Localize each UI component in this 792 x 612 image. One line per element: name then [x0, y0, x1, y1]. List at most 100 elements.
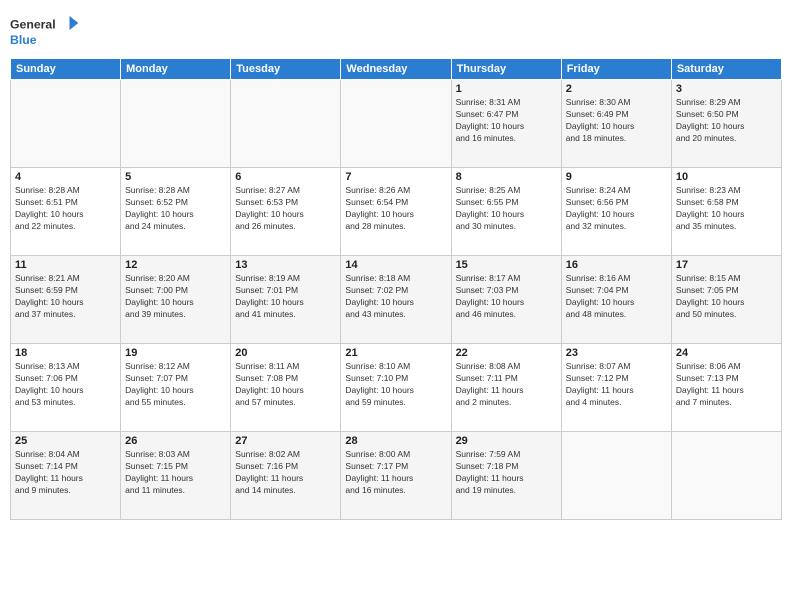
calendar-cell: 26 Sunrise: 8:03 AMSunset: 7:15 PMDayligh… — [121, 432, 231, 520]
calendar-cell: 23Sunrise: 8:07 AMSunset: 7:12 PMDayligh… — [561, 344, 671, 432]
header-thursday: Thursday — [451, 59, 561, 80]
day-info: Sunrise: 8:27 AMSunset: 6:53 PMDaylight:… — [235, 185, 336, 233]
calendar-cell: 28 Sunrise: 8:00 AMSunset: 7:17 PMDayligh… — [341, 432, 451, 520]
day-info: Sunrise: 8:08 AMSunset: 7:11 PMDaylight:… — [456, 361, 557, 409]
day-info: Sunrise: 8:16 AMSunset: 7:04 PMDaylight:… — [566, 273, 667, 321]
day-info: Sunrise: 8:03 AMSunset: 7:15 PMDaylight:… — [125, 449, 226, 497]
day-number: 9 — [566, 171, 667, 183]
day-info: Sunrise: 8:26 AMSunset: 6:54 PMDaylight:… — [345, 185, 446, 233]
calendar-cell: 21 Sunrise: 8:10 AMSunset: 7:10 PMDayligh… — [341, 344, 451, 432]
day-number: 26 — [125, 435, 226, 447]
calendar-cell: 24 Sunrise: 8:06 AMSunset: 7:13 PMDayligh… — [671, 344, 781, 432]
calendar-cell: 22Sunrise: 8:08 AMSunset: 7:11 PMDayligh… — [451, 344, 561, 432]
calendar-cell: 1 Sunrise: 8:31 AMSunset: 6:47 PMDaylight… — [451, 80, 561, 168]
day-number: 16 — [566, 259, 667, 271]
day-info: Sunrise: 8:13 AMSunset: 7:06 PMDaylight:… — [15, 361, 116, 409]
calendar-cell: 2 Sunrise: 8:30 AMSunset: 6:49 PMDaylight… — [561, 80, 671, 168]
calendar-cell: 20 Sunrise: 8:11 AMSunset: 7:08 PMDayligh… — [231, 344, 341, 432]
day-number: 18 — [15, 347, 116, 359]
calendar-cell: 7Sunrise: 8:26 AMSunset: 6:54 PMDaylight… — [341, 168, 451, 256]
header-wednesday: Wednesday — [341, 59, 451, 80]
calendar-cell: 29Sunrise: 7:59 AMSunset: 7:18 PMDayligh… — [451, 432, 561, 520]
calendar-cell: 25Sunrise: 8:04 AMSunset: 7:14 PMDayligh… — [11, 432, 121, 520]
logo: General Blue — [10, 10, 80, 50]
day-number: 10 — [676, 171, 777, 183]
day-info: Sunrise: 8:18 AMSunset: 7:02 PMDaylight:… — [345, 273, 446, 321]
day-info: Sunrise: 8:12 AMSunset: 7:07 PMDaylight:… — [125, 361, 226, 409]
calendar-cell: 9 Sunrise: 8:24 AMSunset: 6:56 PMDaylight… — [561, 168, 671, 256]
calendar-cell — [121, 80, 231, 168]
day-number: 2 — [566, 83, 667, 95]
week-row-5: 25Sunrise: 8:04 AMSunset: 7:14 PMDayligh… — [11, 432, 782, 520]
day-info: Sunrise: 8:24 AMSunset: 6:56 PMDaylight:… — [566, 185, 667, 233]
day-number: 19 — [125, 347, 226, 359]
day-info: Sunrise: 8:31 AMSunset: 6:47 PMDaylight:… — [456, 97, 557, 145]
week-row-3: 11 Sunrise: 8:21 AMSunset: 6:59 PMDayligh… — [11, 256, 782, 344]
calendar-cell — [671, 432, 781, 520]
calendar-cell — [11, 80, 121, 168]
day-number: 24 — [676, 347, 777, 359]
day-info: Sunrise: 8:30 AMSunset: 6:49 PMDaylight:… — [566, 97, 667, 145]
header-tuesday: Tuesday — [231, 59, 341, 80]
day-number: 28 — [345, 435, 446, 447]
day-number: 4 — [15, 171, 116, 183]
calendar-cell: 5Sunrise: 8:28 AMSunset: 6:52 PMDaylight… — [121, 168, 231, 256]
week-row-2: 4Sunrise: 8:28 AMSunset: 6:51 PMDaylight… — [11, 168, 782, 256]
day-number: 14 — [345, 259, 446, 271]
day-number: 1 — [456, 83, 557, 95]
calendar-cell: 6Sunrise: 8:27 AMSunset: 6:53 PMDaylight… — [231, 168, 341, 256]
calendar-table: SundayMondayTuesdayWednesdayThursdayFrid… — [10, 58, 782, 520]
day-info: Sunrise: 8:20 AMSunset: 7:00 PMDaylight:… — [125, 273, 226, 321]
calendar-cell: 19 Sunrise: 8:12 AMSunset: 7:07 PMDayligh… — [121, 344, 231, 432]
day-number: 13 — [235, 259, 336, 271]
calendar-cell: 14 Sunrise: 8:18 AMSunset: 7:02 PMDayligh… — [341, 256, 451, 344]
calendar-cell — [341, 80, 451, 168]
calendar-cell — [231, 80, 341, 168]
calendar-cell: 11 Sunrise: 8:21 AMSunset: 6:59 PMDayligh… — [11, 256, 121, 344]
day-number: 8 — [456, 171, 557, 183]
days-header-row: SundayMondayTuesdayWednesdayThursdayFrid… — [11, 59, 782, 80]
day-number: 27 — [235, 435, 336, 447]
calendar-body: 1 Sunrise: 8:31 AMSunset: 6:47 PMDaylight… — [11, 80, 782, 520]
header-friday: Friday — [561, 59, 671, 80]
day-info: Sunrise: 8:29 AMSunset: 6:50 PMDaylight:… — [676, 97, 777, 145]
day-info: Sunrise: 8:25 AMSunset: 6:55 PMDaylight:… — [456, 185, 557, 233]
calendar-cell: 4Sunrise: 8:28 AMSunset: 6:51 PMDaylight… — [11, 168, 121, 256]
day-number: 11 — [15, 259, 116, 271]
day-info: Sunrise: 8:00 AMSunset: 7:17 PMDaylight:… — [345, 449, 446, 497]
day-number: 23 — [566, 347, 667, 359]
svg-text:Blue: Blue — [10, 33, 37, 47]
calendar-cell: 13 Sunrise: 8:19 AMSunset: 7:01 PMDayligh… — [231, 256, 341, 344]
week-row-1: 1 Sunrise: 8:31 AMSunset: 6:47 PMDaylight… — [11, 80, 782, 168]
day-info: Sunrise: 8:10 AMSunset: 7:10 PMDaylight:… — [345, 361, 446, 409]
header: General Blue — [10, 10, 782, 50]
day-number: 29 — [456, 435, 557, 447]
day-number: 3 — [676, 83, 777, 95]
week-row-4: 18 Sunrise: 8:13 AMSunset: 7:06 PMDayligh… — [11, 344, 782, 432]
day-info: Sunrise: 8:21 AMSunset: 6:59 PMDaylight:… — [15, 273, 116, 321]
day-info: Sunrise: 8:11 AMSunset: 7:08 PMDaylight:… — [235, 361, 336, 409]
logo-svg: General Blue — [10, 10, 80, 50]
calendar-cell: 17 Sunrise: 8:15 AMSunset: 7:05 PMDayligh… — [671, 256, 781, 344]
calendar-cell — [561, 432, 671, 520]
day-number: 21 — [345, 347, 446, 359]
day-info: Sunrise: 8:17 AMSunset: 7:03 PMDaylight:… — [456, 273, 557, 321]
calendar-cell: 10 Sunrise: 8:23 AMSunset: 6:58 PMDayligh… — [671, 168, 781, 256]
day-info: Sunrise: 8:15 AMSunset: 7:05 PMDaylight:… — [676, 273, 777, 321]
day-info: Sunrise: 8:19 AMSunset: 7:01 PMDaylight:… — [235, 273, 336, 321]
day-number: 17 — [676, 259, 777, 271]
day-number: 15 — [456, 259, 557, 271]
day-number: 20 — [235, 347, 336, 359]
calendar-cell: 16 Sunrise: 8:16 AMSunset: 7:04 PMDayligh… — [561, 256, 671, 344]
day-number: 5 — [125, 171, 226, 183]
page: General Blue SundayMondayTuesdayWednesda… — [0, 0, 792, 612]
calendar-cell: 27Sunrise: 8:02 AMSunset: 7:16 PMDayligh… — [231, 432, 341, 520]
calendar-cell: 3 Sunrise: 8:29 AMSunset: 6:50 PMDaylight… — [671, 80, 781, 168]
header-sunday: Sunday — [11, 59, 121, 80]
calendar-header: SundayMondayTuesdayWednesdayThursdayFrid… — [11, 59, 782, 80]
day-number: 25 — [15, 435, 116, 447]
day-info: Sunrise: 8:23 AMSunset: 6:58 PMDaylight:… — [676, 185, 777, 233]
calendar-cell: 15 Sunrise: 8:17 AMSunset: 7:03 PMDayligh… — [451, 256, 561, 344]
day-info: Sunrise: 8:06 AMSunset: 7:13 PMDaylight:… — [676, 361, 777, 409]
header-monday: Monday — [121, 59, 231, 80]
